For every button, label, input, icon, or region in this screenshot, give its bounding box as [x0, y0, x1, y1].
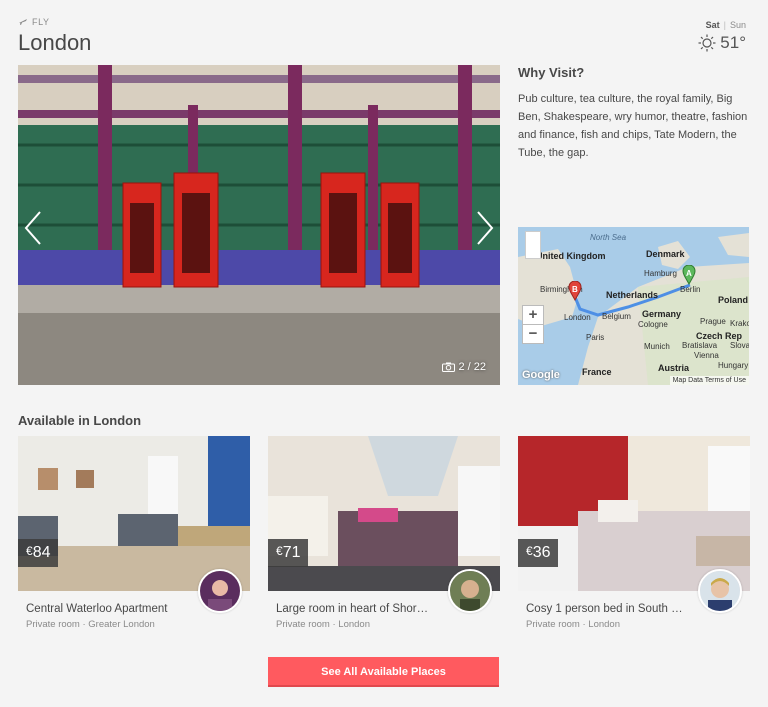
route-map[interactable]: North Sea United Kingdom Denmark Hamburg… — [518, 227, 749, 385]
map-label: Vienna — [694, 351, 719, 360]
photo-counter-text: 2 / 22 — [458, 361, 486, 373]
listing-meta: Private room · Greater London — [26, 619, 155, 630]
price-currency: € — [276, 544, 283, 558]
listing-card[interactable]: €84 Central Waterloo Apartment Private r… — [18, 436, 250, 636]
camera-icon — [442, 362, 456, 372]
photo-gallery[interactable]: 2 / 22 — [18, 65, 500, 385]
listing-card[interactable]: €71 Large room in heart of Shor… Private… — [268, 436, 500, 636]
price-currency: € — [526, 544, 533, 558]
avatar[interactable] — [198, 569, 242, 613]
map-label: Poland — [718, 295, 749, 305]
map-label: Berlin — [680, 285, 701, 294]
pegman-icon[interactable] — [525, 231, 541, 259]
avatar[interactable] — [698, 569, 742, 613]
listing-title[interactable]: Central Waterloo Apartment — [26, 603, 167, 615]
weather-temperature: 51° — [698, 33, 746, 53]
map-label: Austria — [658, 363, 690, 373]
map-label: Denmark — [646, 249, 685, 259]
map-label: United Kingdom — [536, 251, 606, 261]
why-visit-text: Pub culture, tea culture, the royal fami… — [518, 93, 748, 159]
price-currency: € — [26, 544, 33, 558]
price-value: 84 — [32, 544, 51, 561]
map-marker-label: A — [686, 269, 692, 278]
map-label: Cologne — [638, 320, 668, 329]
available-title: Available in London — [18, 413, 142, 428]
map-label: Munich — [644, 342, 670, 351]
listing-price: €71 — [268, 539, 309, 567]
photo-counter: 2 / 22 — [442, 361, 486, 373]
listing-price: €36 — [518, 539, 559, 567]
map-label: Krako — [730, 319, 749, 328]
price-value: 36 — [532, 544, 551, 561]
listing-image — [518, 436, 750, 591]
map-label: Bratislava — [682, 341, 718, 350]
map-label: Netherlands — [606, 290, 659, 300]
map-label: Hungary — [718, 361, 749, 370]
why-visit-title: Why Visit? — [518, 65, 585, 80]
listing-meta: Private room · London — [276, 619, 370, 630]
map-label: Belgium — [602, 312, 631, 321]
listing-photo[interactable] — [18, 436, 250, 591]
chevron-left-icon[interactable] — [22, 210, 46, 246]
page-title: London — [18, 30, 92, 55]
map-label: Germany — [642, 309, 682, 319]
listing-image — [268, 436, 500, 591]
listing-price: €84 — [18, 539, 59, 567]
see-all-button[interactable]: See All Available Places — [268, 657, 499, 687]
weather-days: Sat | Sun — [705, 20, 746, 30]
listing-image — [18, 436, 250, 591]
sun-icon — [698, 34, 716, 52]
listing-meta: Private room · London — [526, 619, 620, 630]
listing-card[interactable]: €36 Cosy 1 person bed in South … Private… — [518, 436, 750, 636]
avatar[interactable] — [448, 569, 492, 613]
map-label: Paris — [586, 333, 605, 342]
map-footer[interactable]: Map Data Terms of Use — [669, 376, 749, 385]
fly-text: FLY — [32, 17, 50, 27]
zoom-in-icon[interactable]: + — [522, 305, 544, 325]
price-value: 71 — [282, 544, 301, 561]
map-label: London — [564, 313, 591, 322]
plane-icon — [19, 19, 27, 25]
map-label: Czech Rep — [696, 331, 743, 341]
zoom-out-icon[interactable]: − — [522, 324, 544, 344]
google-logo: Google — [522, 369, 560, 381]
temperature-value: 51° — [720, 33, 746, 52]
map-label: France — [582, 367, 612, 377]
map-marker-label: B — [572, 285, 578, 294]
chevron-right-icon[interactable] — [472, 210, 496, 246]
map-label: Slova — [730, 341, 749, 350]
fly-label: FLY — [18, 17, 50, 27]
map-label: North Sea — [590, 233, 627, 242]
listing-title[interactable]: Large room in heart of Shor… — [276, 603, 428, 615]
map-label: Hamburg — [644, 269, 677, 278]
map-label: Prague — [700, 317, 726, 326]
listing-title[interactable]: Cosy 1 person bed in South … — [526, 603, 683, 615]
weather-day-sat[interactable]: Sat — [706, 20, 720, 30]
weather-day-sun[interactable]: Sun — [730, 20, 746, 30]
listing-photo[interactable] — [268, 436, 500, 591]
listing-photo[interactable] — [518, 436, 750, 591]
gallery-photo — [18, 65, 500, 385]
